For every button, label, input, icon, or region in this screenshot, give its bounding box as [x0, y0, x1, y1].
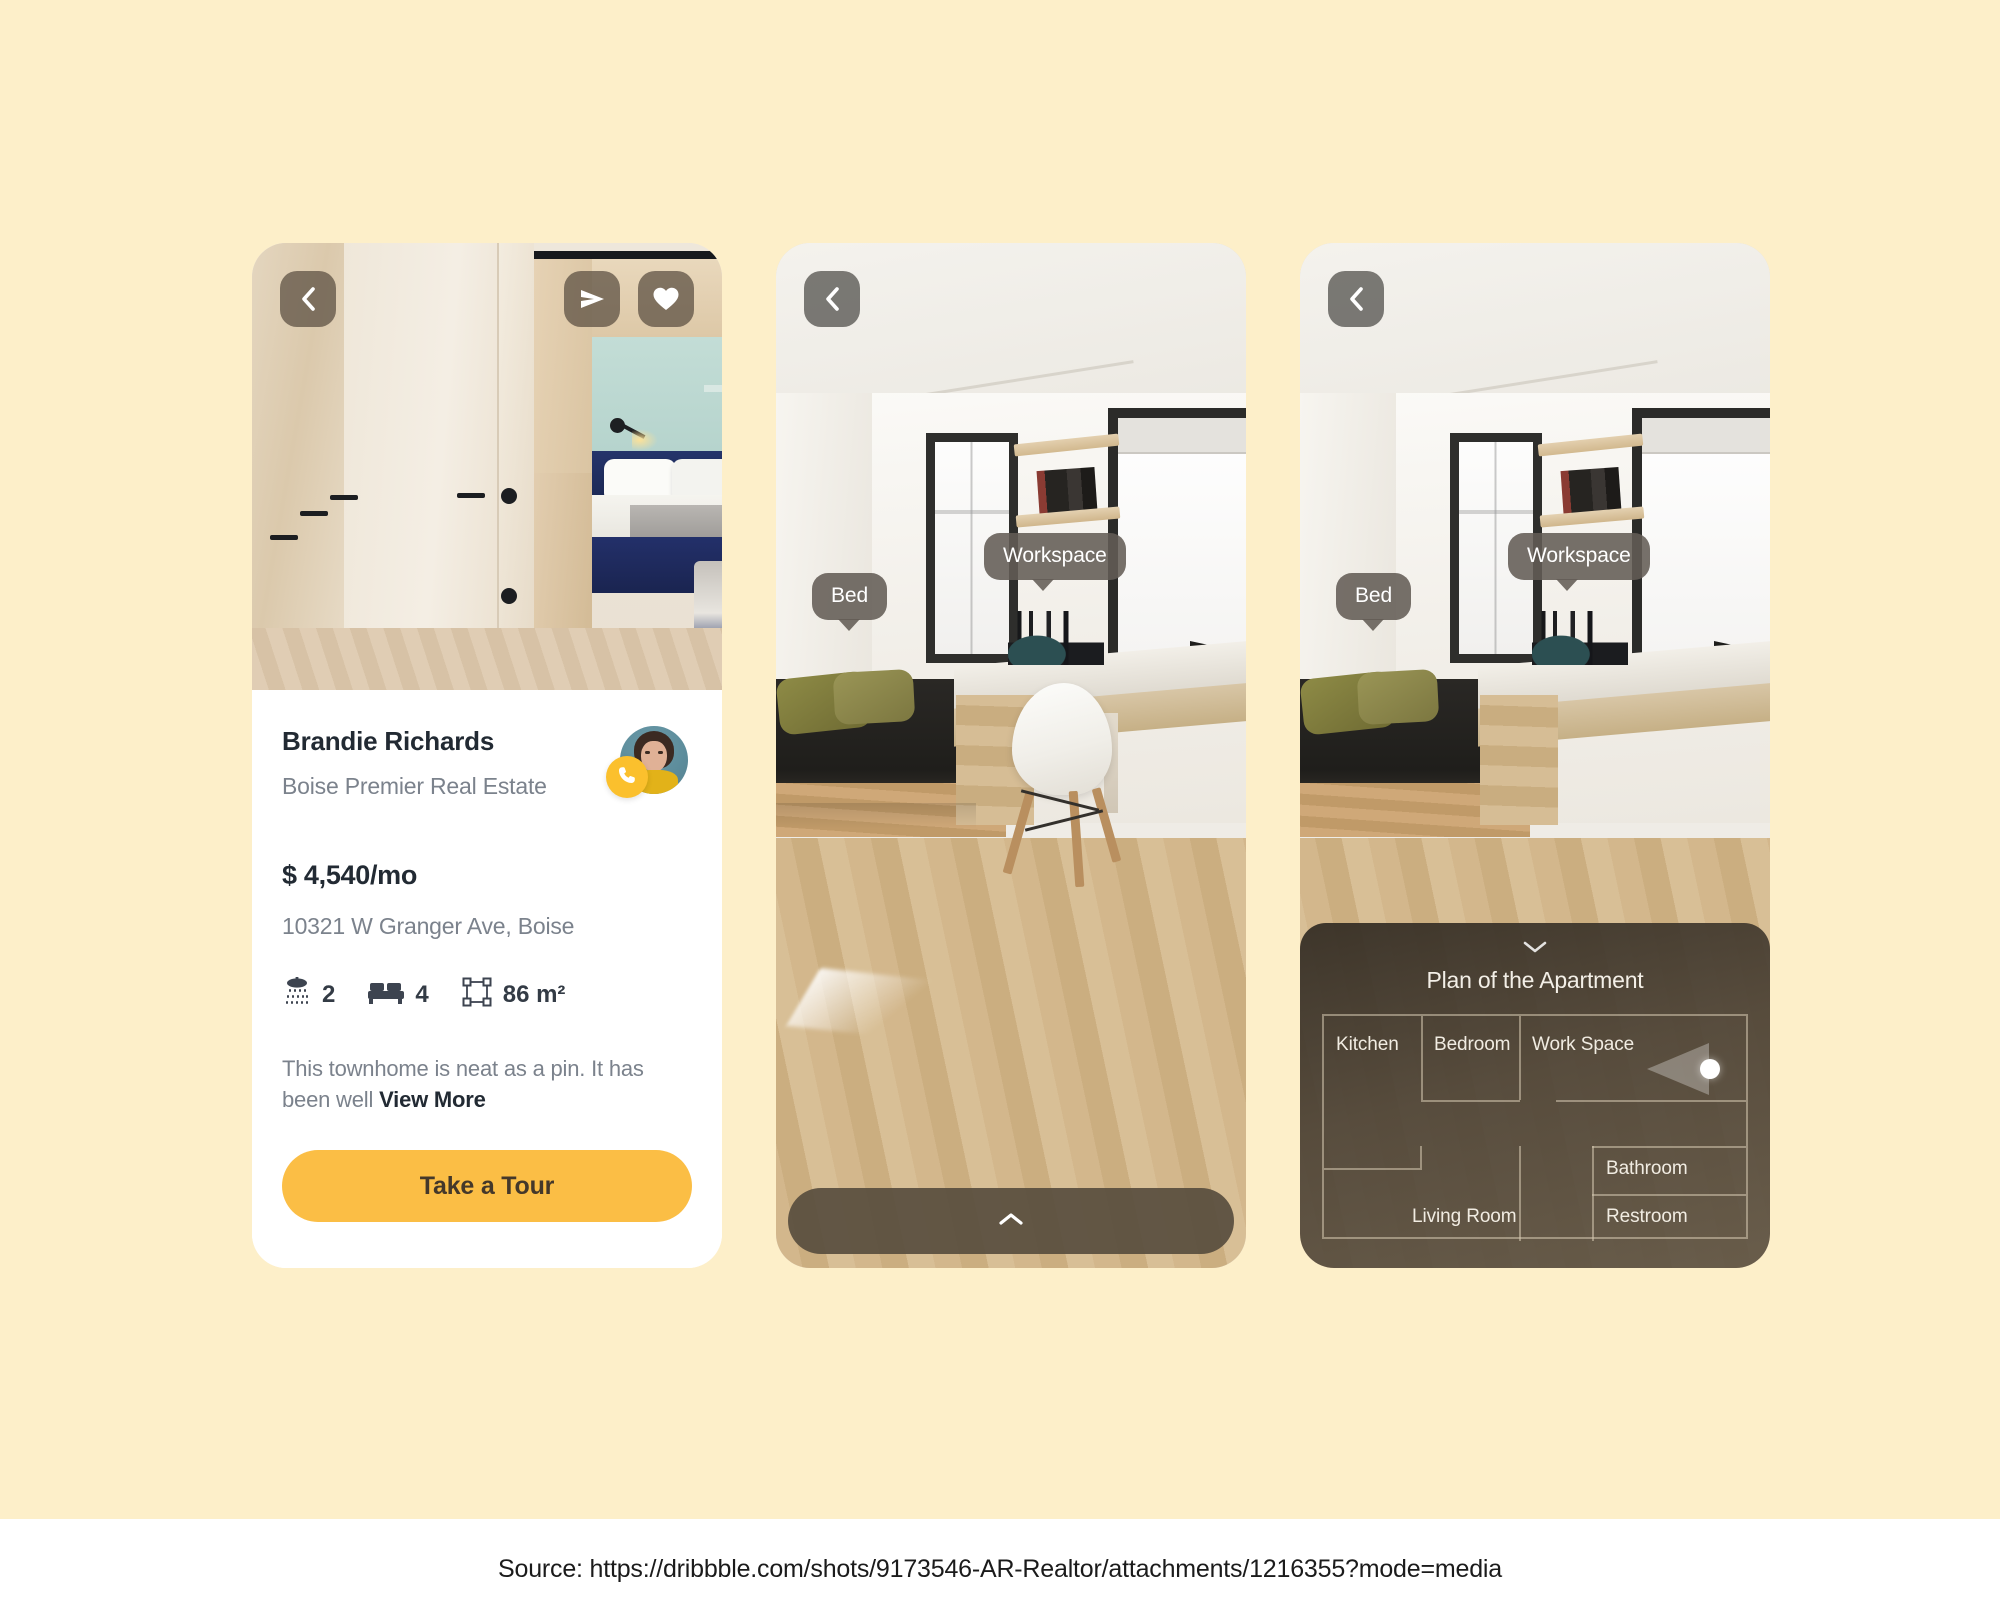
- ar-label-workspace[interactable]: Workspace: [984, 533, 1126, 591]
- door-pull-3: [330, 495, 358, 500]
- agent-row: Brandie Richards Boise Premier Real Esta…: [282, 726, 692, 844]
- spec-bathrooms: 2: [282, 976, 335, 1013]
- room-label-workspace[interactable]: Work Space: [1532, 1034, 1634, 1056]
- bed-throw-blanket: [630, 505, 722, 541]
- listing-address: 10321 W Granger Ave, Boise: [282, 913, 575, 939]
- spec-bedrooms-value: 4: [415, 980, 429, 1008]
- listing-description: This townhome is neat as a pin. It has b…: [282, 1053, 692, 1115]
- wall-workspace-bottom: [1556, 1100, 1746, 1102]
- room-label-bathroom[interactable]: Bathroom: [1606, 1158, 1688, 1180]
- books: [1560, 467, 1622, 515]
- room-label-living-room[interactable]: Living Room: [1412, 1206, 1517, 1228]
- poster-canvas: Brandie Richards Boise Premier Real Esta…: [0, 0, 2000, 1519]
- wall-lamp-glow: [632, 429, 658, 451]
- call-agent-button[interactable]: [606, 756, 648, 798]
- back-button[interactable]: [804, 271, 860, 327]
- source-url: Source: https://dribbble.com/shots/91735…: [498, 1554, 1502, 1583]
- phone-screen-ar-floorplan: Bed Workspace Plan of the Apartment Kitc…: [1300, 243, 1770, 1268]
- spec-area-value: 86 m²: [502, 980, 566, 1008]
- ar-camera-feed: [776, 243, 1246, 1268]
- favorite-button[interactable]: [638, 271, 694, 327]
- phone-icon: [617, 765, 637, 790]
- window-blind: [1118, 418, 1246, 454]
- herringbone-floor: [252, 628, 722, 690]
- chevron-up-icon: [997, 1211, 1025, 1232]
- listing-hero-photo: [252, 243, 722, 690]
- olive-pillow-2: [1356, 668, 1440, 726]
- floor-shadow: [776, 803, 976, 829]
- ar-label-workspace[interactable]: Workspace: [1508, 533, 1650, 591]
- wall-bedroom-workspace: [1519, 1016, 1521, 1100]
- chevron-left-icon: [822, 285, 842, 313]
- current-position-marker[interactable]: [1700, 1059, 1720, 1079]
- phone-screen-listing-detail: Brandie Richards Boise Premier Real Esta…: [252, 243, 722, 1268]
- ar-label-bed[interactable]: Bed: [1336, 573, 1412, 631]
- window-blind: [1642, 418, 1770, 454]
- back-button[interactable]: [280, 271, 336, 327]
- spec-bathrooms-value: 2: [322, 980, 336, 1008]
- area-icon: [461, 976, 493, 1013]
- floor-plan-sheet: Plan of the Apartment Kitchen Bedroom Wo…: [1300, 923, 1770, 1268]
- door-pull-2: [300, 511, 328, 516]
- view-more-link[interactable]: View More: [379, 1087, 486, 1112]
- chevron-left-icon: [1346, 285, 1366, 313]
- door-knob-upper: [501, 488, 517, 504]
- wall-living-center: [1519, 1146, 1521, 1241]
- screen3-toolbar: [1300, 243, 1770, 353]
- plan-title: Plan of the Apartment: [1426, 967, 1644, 993]
- bed-icon: [367, 978, 405, 1011]
- phone-screen-ar-view: Bed Workspace: [776, 243, 1246, 1268]
- desk-drawers: [1480, 695, 1558, 825]
- send-icon: [578, 287, 606, 311]
- listing-info-card: Brandie Richards Boise Premier Real Esta…: [252, 690, 722, 1268]
- floor-plan-diagram: Kitchen Bedroom Work Space Living Room B…: [1322, 1014, 1748, 1241]
- avatar-eye-right: [658, 751, 663, 754]
- wall-bedroom-bottom: [1421, 1100, 1520, 1102]
- door-knob-lower: [501, 588, 517, 604]
- room-label-kitchen[interactable]: Kitchen: [1336, 1034, 1399, 1056]
- chevron-left-icon: [298, 285, 318, 313]
- collapse-plan-handle[interactable]: [1322, 935, 1748, 963]
- listing-price: $ 4,540/mo: [282, 860, 418, 890]
- olive-pillow-2: [832, 668, 916, 726]
- door-lever: [457, 493, 485, 498]
- door-pull-1: [270, 535, 298, 540]
- heart-icon: [652, 286, 680, 312]
- share-button[interactable]: [564, 271, 620, 327]
- expand-plan-handle[interactable]: [788, 1188, 1234, 1254]
- spec-area: 86 m²: [461, 976, 566, 1013]
- wall-shelf: [704, 385, 722, 392]
- shower-icon: [282, 976, 312, 1013]
- wall-kitchen-bedroom: [1421, 1016, 1423, 1100]
- books: [1036, 467, 1098, 515]
- back-button[interactable]: [1328, 271, 1384, 327]
- screen2-toolbar: [776, 243, 1246, 353]
- wall-kitchen-bottom: [1324, 1168, 1422, 1170]
- wall-living-left: [1420, 1146, 1422, 1168]
- ar-label-bed[interactable]: Bed: [812, 573, 888, 631]
- room-label-restroom[interactable]: Restroom: [1606, 1206, 1688, 1228]
- listing-specs: 2 4 86 m²: [282, 976, 692, 1013]
- wall-bathroom-restroom: [1592, 1194, 1746, 1196]
- screen1-toolbar: [252, 243, 722, 353]
- room-label-bedroom[interactable]: Bedroom: [1434, 1034, 1511, 1056]
- wall-bathroom-top: [1592, 1146, 1746, 1148]
- desk-model-object: [1532, 611, 1628, 665]
- spec-bedrooms: 4: [367, 978, 429, 1011]
- desk-model-object: [1008, 611, 1104, 665]
- chevron-down-icon: [1521, 939, 1549, 960]
- avatar-eye-left: [645, 751, 650, 754]
- lower-drawers: [534, 473, 592, 633]
- source-strip: Source: https://dribbble.com/shots/91735…: [0, 1519, 2000, 1619]
- take-a-tour-button[interactable]: Take a Tour: [282, 1150, 692, 1222]
